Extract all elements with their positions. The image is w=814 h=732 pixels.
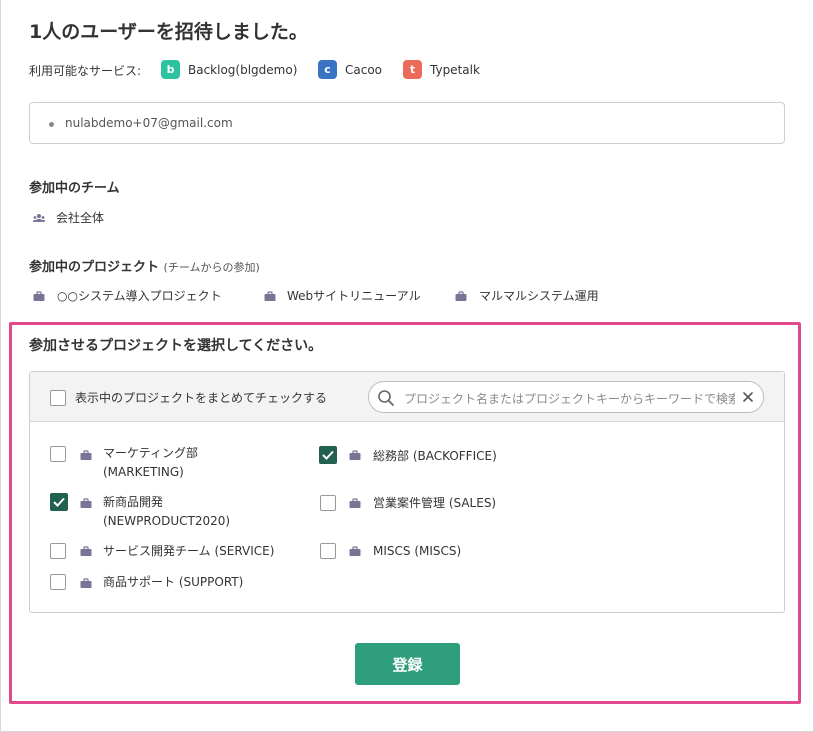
panel-header: 表示中のプロジェクトをまとめてチェックする プロジェクト名またはプロジェクトキー… bbox=[30, 372, 784, 422]
email-item: nulabdemo+07@gmail.com bbox=[65, 116, 233, 130]
project-name: Webサイトリニューアル bbox=[287, 289, 421, 303]
project-item: マルマルシステム運用 bbox=[455, 287, 599, 304]
project-item: Webサイトリニューアル bbox=[264, 287, 421, 304]
project-option-name: 新商品開発 bbox=[103, 495, 164, 509]
service-cacoo: c Cacoo bbox=[318, 60, 382, 79]
project-name: ○○システム導入プロジェクト bbox=[57, 289, 222, 303]
projects-subheading: (チームからの参加) bbox=[163, 261, 260, 274]
project-item: ○○システム導入プロジェクト bbox=[33, 287, 222, 304]
team-name: 会社全体 bbox=[56, 211, 105, 225]
cacoo-icon: c bbox=[318, 60, 337, 79]
project-option-key: (MARKETING) bbox=[103, 465, 184, 479]
register-button[interactable]: 登録 bbox=[355, 643, 460, 685]
project-checkbox-backoffice[interactable] bbox=[319, 446, 337, 464]
project-select-panel: 表示中のプロジェクトをまとめてチェックする プロジェクト名またはプロジェクトキー… bbox=[29, 371, 785, 613]
search-icon bbox=[378, 390, 394, 406]
project-name: マルマルシステム運用 bbox=[479, 289, 599, 303]
project-checkbox-sales[interactable] bbox=[320, 495, 336, 511]
service-backlog: b Backlog(blgdemo) bbox=[161, 60, 297, 79]
team-item: 会社全体 bbox=[33, 209, 104, 226]
check-icon bbox=[322, 450, 334, 460]
select-all-label: 表示中のプロジェクトをまとめてチェックする bbox=[75, 391, 328, 405]
briefcase-icon bbox=[264, 290, 276, 301]
briefcase-icon bbox=[80, 450, 92, 460]
bullet-icon bbox=[49, 122, 54, 127]
projects-heading-text: 参加中のプロジェクト bbox=[29, 260, 160, 275]
briefcase-icon bbox=[33, 290, 45, 301]
backlog-icon: b bbox=[161, 60, 180, 79]
search-placeholder: プロジェクト名またはプロジェクトキーからキーワードで検索 bbox=[404, 392, 741, 406]
briefcase-icon bbox=[349, 450, 361, 460]
briefcase-icon bbox=[80, 578, 92, 588]
project-option-name: 総務部 (BACKOFFICE) bbox=[373, 449, 497, 463]
page-title: 1人のユーザーを招待しました。 bbox=[29, 21, 308, 43]
team-icon bbox=[33, 213, 45, 222]
select-all-checkbox[interactable] bbox=[50, 389, 66, 406]
projects-heading: 参加中のプロジェクト (チームからの参加) bbox=[29, 256, 260, 275]
briefcase-icon bbox=[349, 498, 361, 508]
briefcase-icon bbox=[349, 546, 361, 556]
project-checkbox-miscs[interactable] bbox=[320, 543, 336, 559]
project-option-name: サービス開発チーム (SERVICE) bbox=[103, 544, 275, 558]
select-projects-heading: 参加させるプロジェクトを選択してください。 bbox=[29, 338, 323, 354]
briefcase-icon bbox=[455, 290, 467, 301]
teams-heading: 参加中のチーム bbox=[29, 181, 120, 196]
project-option-name: 営業案件管理 (SALES) bbox=[373, 496, 497, 510]
service-name: Typetalk bbox=[430, 62, 480, 77]
services-label: 利用可能なサービス: bbox=[29, 64, 142, 78]
service-name: Cacoo bbox=[345, 62, 383, 77]
project-search-input[interactable]: プロジェクト名またはプロジェクトキーからキーワードで検索 bbox=[368, 381, 764, 413]
project-option-name: 商品サポート (SUPPORT) bbox=[103, 575, 244, 589]
project-option-key: (NEWPRODUCT2020) bbox=[103, 514, 231, 528]
project-checkbox-service[interactable] bbox=[50, 543, 66, 559]
service-typetalk: t Typetalk bbox=[403, 60, 480, 79]
briefcase-icon bbox=[80, 498, 92, 508]
project-checkbox-marketing[interactable] bbox=[50, 446, 66, 462]
briefcase-icon bbox=[80, 546, 92, 556]
service-name: Backlog(blgdemo) bbox=[188, 62, 298, 77]
check-icon bbox=[53, 497, 65, 507]
invited-email-list: nulabdemo+07@gmail.com bbox=[29, 102, 785, 144]
project-option-name: MISCS (MISCS) bbox=[373, 544, 462, 558]
project-checkbox-newproduct[interactable] bbox=[50, 493, 68, 511]
typetalk-icon: t bbox=[403, 60, 422, 79]
clear-search-button[interactable] bbox=[735, 382, 763, 412]
project-option-name: マーケティング部 bbox=[103, 446, 199, 460]
project-checkbox-support[interactable] bbox=[50, 574, 66, 590]
project-option-label: 新商品開発 (NEWPRODUCT2020) bbox=[103, 493, 230, 531]
close-icon bbox=[743, 392, 753, 402]
select-all-control[interactable]: 表示中のプロジェクトをまとめてチェックする bbox=[50, 389, 327, 406]
project-option-label: マーケティング部 (MARKETING) bbox=[103, 444, 198, 482]
